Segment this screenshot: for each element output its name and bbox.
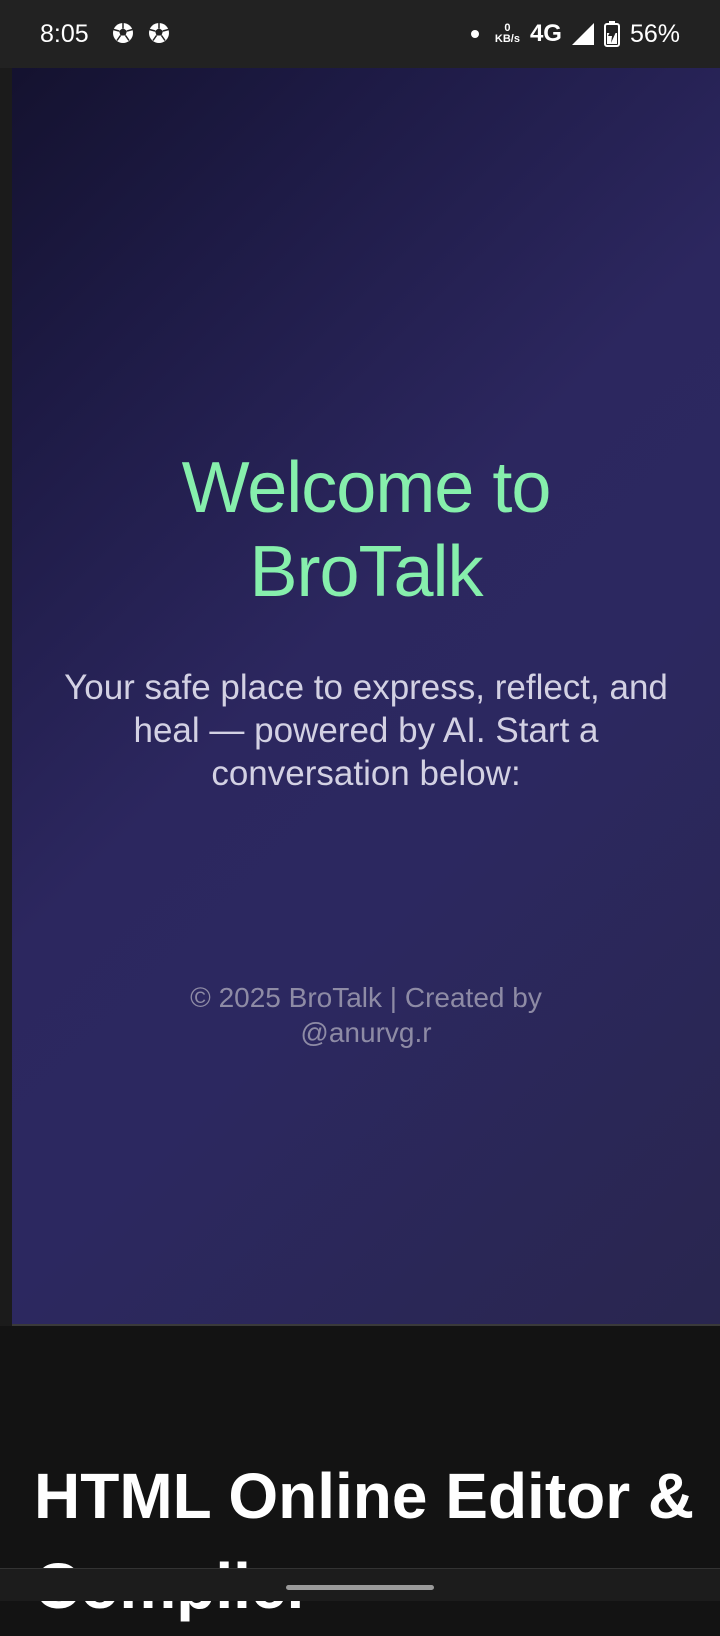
battery-percent: 56% xyxy=(629,19,680,48)
status-time: 8:05 xyxy=(40,20,89,48)
net-speed-unit: KB/s xyxy=(494,33,520,45)
notification-dot-icon xyxy=(470,30,479,38)
preview-pane[interactable]: Welcome to BroTalk Your safe place to ex… xyxy=(0,68,720,1326)
navigation-bar xyxy=(0,1568,720,1601)
footer-credit: © 2025 BroTalk | Created by @anurvg.r xyxy=(116,980,616,1050)
footer-line1: © 2025 BroTalk | Created by xyxy=(190,982,542,1013)
network-type: 4G xyxy=(529,20,562,47)
footer-line2: @anurvg.r xyxy=(300,1017,432,1048)
status-bar: 8:05 0 KB/s 4G 56% xyxy=(0,0,720,68)
welcome-subtitle: Your safe place to express, reflect, and… xyxy=(64,668,668,793)
net-speed: 0 KB/s xyxy=(495,23,520,45)
welcome-title: Welcome to BroTalk xyxy=(12,446,720,614)
welcome-title-line2: BroTalk xyxy=(249,532,483,612)
brotalk-page: Welcome to BroTalk Your safe place to ex… xyxy=(12,68,720,1326)
home-gesture-handle[interactable] xyxy=(286,1585,434,1590)
status-right-group: 0 KB/s 4G 56% xyxy=(470,18,680,50)
soccer-ball-icon xyxy=(149,23,169,43)
welcome-title-line1: Welcome to xyxy=(181,448,552,528)
signal-icon xyxy=(571,23,594,45)
soccer-ball-icon xyxy=(113,23,133,43)
battery-charging-icon xyxy=(603,21,620,47)
page-heading: HTML Online Editor & xyxy=(34,1460,695,1532)
